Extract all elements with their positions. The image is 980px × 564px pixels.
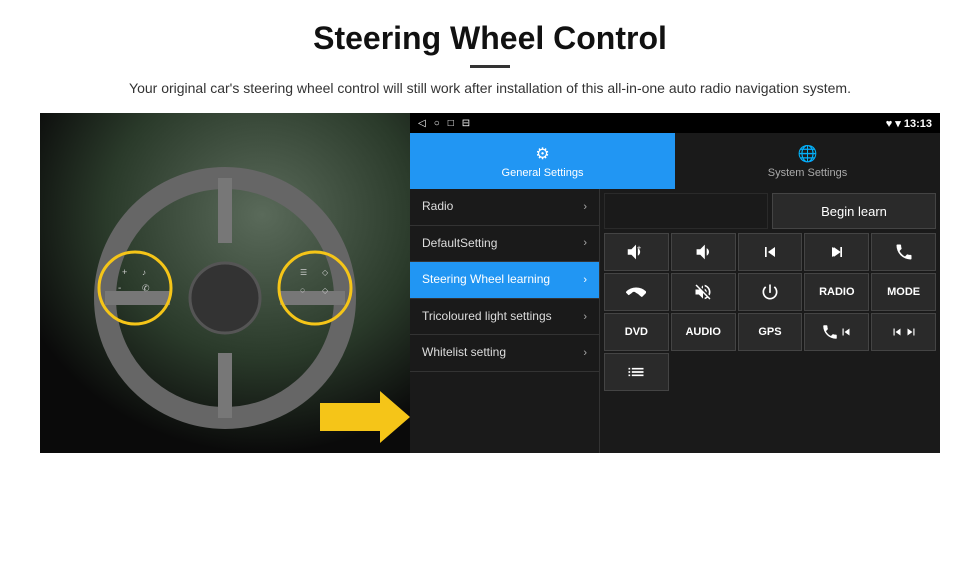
signal-icons: ♥ ▾ xyxy=(886,118,904,130)
svg-text:+: + xyxy=(637,243,641,252)
phone-button[interactable] xyxy=(871,233,936,271)
begin-learn-button[interactable]: Begin learn xyxy=(772,193,936,229)
empty-placeholder xyxy=(604,193,768,229)
dvd-button[interactable]: DVD xyxy=(604,313,669,351)
right-content: Begin learn + xyxy=(600,189,940,453)
tab-system-settings[interactable]: 🌐 System Settings xyxy=(675,133,940,189)
chevron-right-icon: › xyxy=(583,237,587,249)
tab-bar: ⚙ General Settings 🌐 System Settings xyxy=(410,133,940,189)
tab-general-label: General Settings xyxy=(502,167,584,179)
steering-bg: + ♪ - ✆ ☰ ◇ ○ ◇ xyxy=(40,113,410,453)
subtitle-text: Your original car's steering wheel contr… xyxy=(40,78,940,99)
title-divider xyxy=(470,65,510,68)
status-nav-icons: ◁ ○ □ ⊟ xyxy=(418,118,470,129)
menu-item-steering[interactable]: Steering Wheel learning › xyxy=(410,262,599,299)
menu-item-radio[interactable]: Radio › xyxy=(410,189,599,226)
radio-button[interactable]: RADIO xyxy=(804,273,869,311)
gear-icon: ⚙ xyxy=(535,144,549,164)
volume-up-button[interactable]: + xyxy=(604,233,669,271)
control-row-4 xyxy=(604,353,936,391)
list-icon-button[interactable] xyxy=(604,353,669,391)
prev-track-button[interactable] xyxy=(738,233,803,271)
left-menu: Radio › DefaultSetting › Steering Wheel … xyxy=(410,189,600,453)
status-bar: ◁ ○ □ ⊟ ♥ ▾ 13:13 xyxy=(410,113,940,133)
svg-text:◇: ◇ xyxy=(322,268,329,277)
menu-steering-label: Steering Wheel learning xyxy=(422,272,583,288)
audio-button[interactable]: AUDIO xyxy=(671,313,736,351)
svg-text:○: ○ xyxy=(300,285,305,295)
chevron-right-icon: › xyxy=(583,347,587,359)
volume-down-button[interactable] xyxy=(671,233,736,271)
menu-radio-label: Radio xyxy=(422,199,583,215)
svg-text:◇: ◇ xyxy=(322,286,329,295)
menu-item-tricoloured[interactable]: Tricoloured light settings › xyxy=(410,299,599,336)
tab-system-label: System Settings xyxy=(768,167,847,179)
steering-wheel-panel: + ♪ - ✆ ☰ ◇ ○ ◇ xyxy=(40,113,410,453)
clock: 13:13 xyxy=(904,118,932,130)
control-row-1: + xyxy=(604,233,936,271)
control-row-2: RADIO MODE xyxy=(604,273,936,311)
menu-item-whitelist[interactable]: Whitelist setting › xyxy=(410,335,599,372)
power-button[interactable] xyxy=(738,273,803,311)
svg-text:☰: ☰ xyxy=(300,268,307,277)
svg-text:-: - xyxy=(118,283,121,294)
hang-up-button[interactable] xyxy=(604,273,669,311)
mute-button[interactable] xyxy=(671,273,736,311)
svg-text:♪: ♪ xyxy=(142,268,146,277)
content-row: + ♪ - ✆ ☰ ◇ ○ ◇ ◁ ○ xyxy=(40,113,940,453)
menu-default-label: DefaultSetting xyxy=(422,236,583,252)
next-track-button[interactable] xyxy=(804,233,869,271)
phone-prev-button[interactable] xyxy=(804,313,869,351)
main-area: Radio › DefaultSetting › Steering Wheel … xyxy=(410,189,940,453)
svg-text:+: + xyxy=(122,267,127,277)
status-right: ♥ ▾ 13:13 xyxy=(886,117,932,130)
chevron-right-icon: › xyxy=(583,311,587,323)
svg-text:✆: ✆ xyxy=(142,283,150,293)
globe-icon: 🌐 xyxy=(798,144,818,164)
mode-button[interactable]: MODE xyxy=(871,273,936,311)
home-icon: ○ xyxy=(434,118,440,129)
gps-button[interactable]: GPS xyxy=(738,313,803,351)
page-title: Steering Wheel Control xyxy=(40,20,940,57)
chevron-right-icon: › xyxy=(583,201,587,213)
menu-tricoloured-label: Tricoloured light settings xyxy=(422,309,583,325)
page-header: Steering Wheel Control xyxy=(40,20,940,68)
chevron-right-icon: › xyxy=(583,274,587,286)
control-row-3: DVD AUDIO GPS xyxy=(604,313,936,351)
android-panel: ◁ ○ □ ⊟ ♥ ▾ 13:13 ⚙ General Settings 🌐 xyxy=(410,113,940,453)
menu-icon: ⊟ xyxy=(462,118,470,129)
begin-learn-row: Begin learn xyxy=(604,193,936,229)
menu-item-default[interactable]: DefaultSetting › xyxy=(410,226,599,263)
prev-next-combo-button[interactable] xyxy=(871,313,936,351)
recents-icon: □ xyxy=(448,118,454,129)
menu-whitelist-label: Whitelist setting xyxy=(422,345,583,361)
tab-general-settings[interactable]: ⚙ General Settings xyxy=(410,133,675,189)
page-container: Steering Wheel Control Your original car… xyxy=(0,0,980,463)
back-icon: ◁ xyxy=(418,118,426,129)
